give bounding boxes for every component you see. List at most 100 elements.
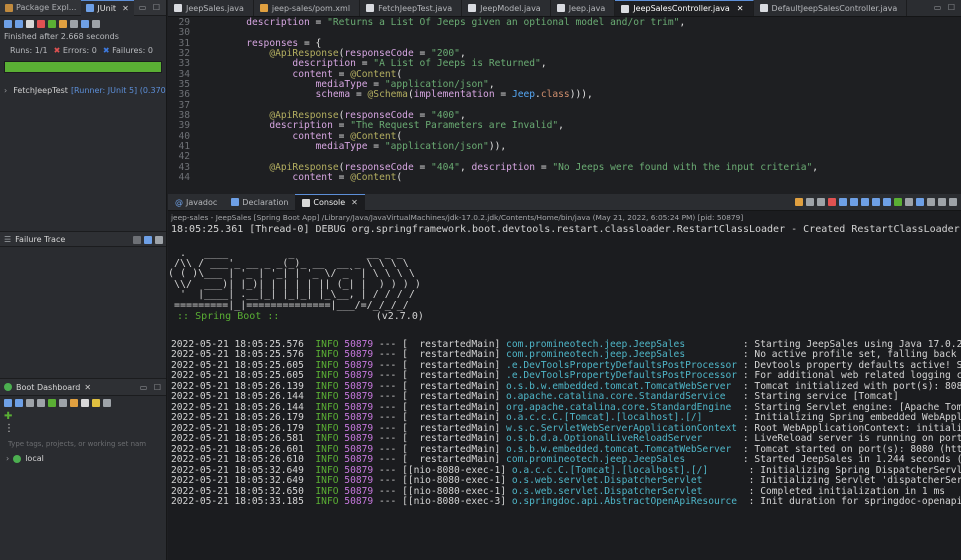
tab-junit-label: JUnit	[97, 3, 117, 13]
open-browser-icon[interactable]	[48, 399, 56, 407]
rerun-test-icon[interactable]	[48, 19, 56, 28]
code-line[interactable]: content = @Content(	[200, 172, 818, 183]
show-stderr-icon[interactable]	[883, 198, 891, 206]
log-level: INFO	[303, 496, 345, 508]
debug-icon[interactable]	[15, 399, 23, 407]
log-logger: com.promineotech.jeep.JeepSales	[500, 338, 738, 350]
start-icon[interactable]	[4, 399, 12, 407]
word-wrap-icon[interactable]	[861, 198, 869, 206]
log-separator: --- [	[373, 412, 408, 424]
java-file-icon	[366, 4, 375, 12]
tag-icon[interactable]	[92, 399, 100, 407]
close-icon[interactable]: ✕	[84, 383, 91, 392]
stop-icon[interactable]	[70, 19, 78, 28]
tab-javadoc[interactable]: @ Javadoc	[168, 194, 224, 211]
filter-icon[interactable]	[103, 399, 111, 407]
close-icon[interactable]: ✕	[351, 198, 358, 207]
minimize-maximize-icon[interactable]: ▭ ☐	[140, 383, 163, 392]
log-logger: o.s.web.servlet.DispatcherServlet	[506, 475, 743, 487]
editor-tab[interactable]: FetchJeepTest.java	[360, 0, 463, 16]
test-tree-item[interactable]: › FetchJeepTest [Runner: JUnit 5] (0.370	[0, 85, 166, 96]
log-separator: --- [	[373, 433, 408, 445]
show-stdout-icon[interactable]	[872, 198, 880, 206]
next-failure-icon[interactable]	[4, 19, 12, 28]
tab-declaration[interactable]: Declaration	[224, 194, 295, 211]
editor-tab-label: JeepSales.java	[186, 3, 244, 13]
editor-tab[interactable]: jeep-sales/pom.xml	[254, 0, 361, 16]
log-thread: restartedMain]	[407, 443, 501, 455]
history-icon[interactable]	[81, 19, 89, 28]
rerun-failed-icon[interactable]	[59, 19, 67, 28]
close-icon[interactable]: ✕	[737, 4, 744, 13]
editor-tab[interactable]: Jeep.java	[551, 0, 616, 16]
add-icon[interactable]: ✚	[4, 411, 12, 422]
tab-package-explorer[interactable]: Package Expl...	[0, 0, 81, 16]
compare-icon[interactable]	[144, 236, 152, 244]
menu-icon[interactable]	[92, 19, 100, 28]
console-process-label: jeep-sales - JeepSales [Spring Boot App]…	[171, 213, 744, 222]
editor-tab[interactable]: JeepSalesController.java ✕	[615, 0, 754, 16]
filter-icon[interactable]	[133, 236, 141, 244]
code-area[interactable]: description = "Returns a List Of Jeeps g…	[194, 17, 818, 184]
chevron-right-icon[interactable]: ›	[4, 86, 7, 95]
minimize-icon[interactable]	[938, 198, 946, 206]
menu-icon[interactable]	[927, 198, 935, 206]
log-message: : Tomcat started on port(s): 8080 (http)	[737, 443, 961, 455]
link-icon[interactable]	[70, 399, 78, 407]
java-file-icon	[468, 4, 477, 12]
test-item-meta: [Runner: JUnit 5] (0.370	[70, 86, 166, 95]
log-level: INFO	[303, 338, 345, 350]
log-message: : LiveReload server is running on port 3…	[737, 433, 961, 445]
log-timestamp: 2022-05-21 18:05:26.610	[171, 454, 304, 466]
scroll-lock-icon[interactable]	[850, 198, 858, 206]
tab-junit[interactable]: JUnit ✕	[81, 0, 134, 16]
log-level: INFO	[303, 349, 345, 361]
log-thread: restartedMain]	[407, 359, 501, 371]
display-selected-icon[interactable]	[905, 198, 913, 206]
editor-tab[interactable]: JeepSales.java	[168, 0, 254, 16]
maximize-icon[interactable]	[949, 198, 957, 206]
boot-dashboard-local[interactable]: › local	[0, 450, 166, 467]
log-message: : Tomcat initialized with port(s): 8080 …	[737, 380, 961, 392]
log-thread: restartedMain]	[407, 422, 501, 434]
console-tabbar: @ Javadoc Declaration Console ✕	[168, 194, 961, 211]
show-failures-only-icon[interactable]	[26, 19, 34, 28]
close-icon[interactable]: ✕	[122, 4, 129, 13]
remove-all-icon[interactable]	[817, 198, 825, 206]
chevron-right-icon[interactable]: ›	[6, 454, 9, 463]
log-logger: o.s.b.d.a.OptionalLiveReloadServer	[500, 433, 738, 445]
log-timestamp: 2022-05-21 18:05:25.576	[171, 338, 304, 350]
tab-console[interactable]: Console ✕	[295, 194, 365, 211]
log-level: INFO	[303, 475, 345, 487]
local-target-icon	[13, 454, 22, 463]
new-console-icon[interactable]	[916, 198, 924, 206]
code-line[interactable]: schema = @Schema(implementation = Jeep.c…	[200, 90, 818, 100]
editor-body[interactable]: 29 30 31 32 33 34 35 36 37 38 39 40 41 42 43 44 descrip…	[168, 17, 961, 184]
boot-dashboard-search[interactable]: Type tags, projects, or working set nam	[8, 440, 163, 448]
log-logger: org.apache.catalina.core.StandardEngine	[500, 401, 738, 413]
more-icon[interactable]: ⋮	[4, 423, 14, 434]
java-file-icon	[556, 4, 565, 12]
console-icon[interactable]	[59, 399, 67, 407]
stop-icon[interactable]	[26, 399, 34, 407]
log-timestamp: 2022-05-21 18:05:26.581	[171, 433, 304, 445]
pin-icon[interactable]	[795, 198, 803, 206]
editor-tab[interactable]: DefaultJeepSalesController.java	[754, 0, 908, 16]
log-thread: restartedMain]	[407, 401, 501, 413]
code-line[interactable]: mediaType = "application/json")),	[200, 141, 818, 152]
log-pid: 50879	[344, 338, 374, 350]
previous-failure-icon[interactable]	[15, 19, 23, 28]
restart-icon[interactable]	[37, 399, 45, 407]
terminate-icon[interactable]	[828, 198, 836, 206]
clear-console-icon[interactable]	[839, 198, 847, 206]
editor-tab[interactable]: JeepModel.java	[462, 0, 551, 16]
copy-trace-icon[interactable]	[155, 236, 163, 244]
code-line[interactable]: description = "Returns a List Of Jeeps g…	[200, 17, 818, 28]
config-icon[interactable]	[81, 399, 89, 407]
minimize-maximize-icon[interactable]: ▭ ☐	[139, 3, 162, 12]
minimize-maximize-icon[interactable]: ▭ ☐	[934, 3, 957, 12]
scroll-lock-icon[interactable]	[37, 19, 45, 28]
open-console-icon[interactable]	[894, 198, 902, 206]
spring-boot-version: (v2.7.0)	[285, 311, 424, 323]
remove-launch-icon[interactable]	[806, 198, 814, 206]
